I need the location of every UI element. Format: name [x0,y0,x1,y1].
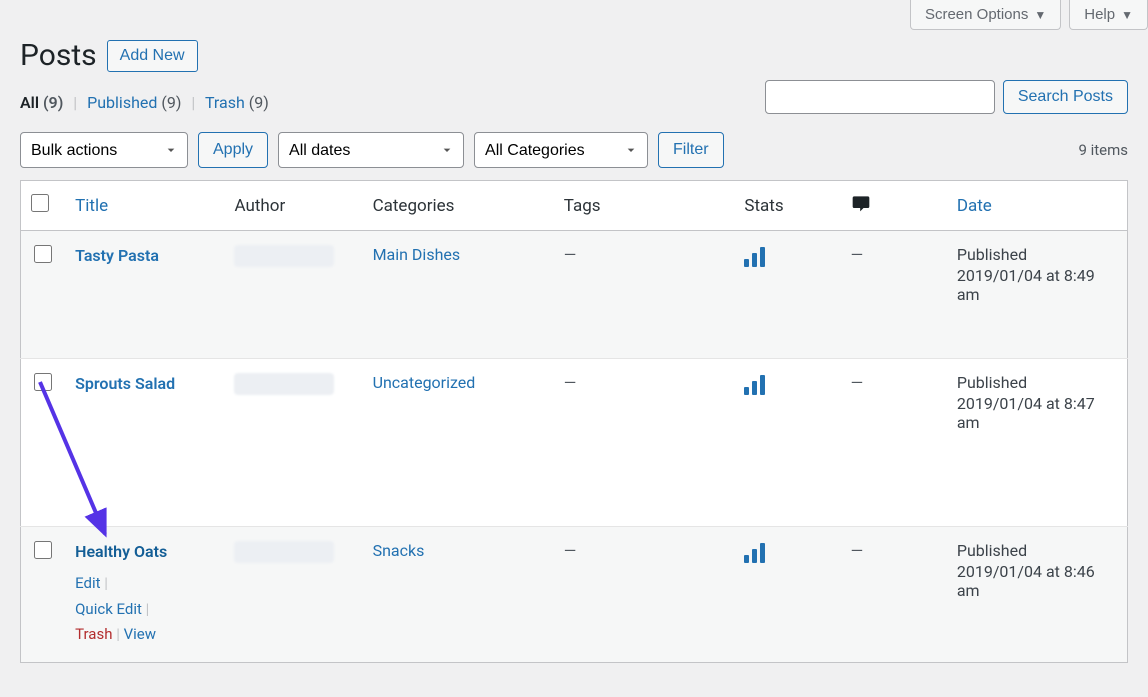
date-status: Published [957,245,1117,264]
chevron-down-icon: ▼ [1121,8,1133,22]
table-row: Tasty Pasta Main Dishes — — Published 20… [21,231,1128,359]
author-cell[interactable] [234,373,334,395]
tags-cell: — [564,373,577,392]
add-new-button[interactable]: Add New [107,40,198,72]
tags-cell: — [564,245,577,264]
post-title-link[interactable]: Sprouts Salad [75,374,175,393]
screen-options-button[interactable]: Screen Options ▼ [910,0,1061,30]
categories-select[interactable]: All Categories [474,132,648,168]
help-label: Help [1084,6,1115,23]
comments-cell: — [851,373,864,392]
quick-edit-link[interactable]: Quick Edit [75,600,142,618]
filter-published[interactable]: Published (9) [87,93,181,112]
col-stats: Stats [734,181,840,231]
stats-icon[interactable] [744,373,765,395]
table-row: Sprouts Salad Uncategorized — — Publishe… [21,359,1128,527]
trash-link[interactable]: Trash [75,625,112,643]
edit-link[interactable]: Edit [75,574,100,592]
comments-cell: — [851,245,864,264]
category-link[interactable]: Main Dishes [373,245,461,264]
search-input[interactable] [765,80,995,114]
comment-icon [851,193,871,213]
post-title-link[interactable]: Tasty Pasta [75,246,159,265]
post-title-link[interactable]: Healthy Oats [75,542,167,561]
search-posts-button[interactable]: Search Posts [1003,80,1128,114]
date-timestamp: 2019/01/04 at 8:47 am [957,394,1117,432]
stats-icon[interactable] [744,541,765,563]
comments-cell: — [851,541,864,560]
row-checkbox[interactable] [34,245,52,263]
col-title[interactable]: Title [65,181,224,231]
date-timestamp: 2019/01/04 at 8:46 am [957,562,1117,600]
col-comments [841,181,947,231]
chevron-down-icon: ▼ [1034,8,1046,22]
posts-table: Title Author Categories Tags Stats Date … [20,180,1128,663]
items-count: 9 items [1078,141,1128,159]
table-row: Healthy Oats Edit | Quick Edit | Trash |… [21,527,1128,663]
screen-options-label: Screen Options [925,6,1028,23]
author-cell[interactable] [234,541,334,563]
stats-icon[interactable] [744,245,765,267]
bulk-actions-select[interactable]: Bulk actions [20,132,188,168]
col-tags: Tags [554,181,735,231]
apply-button[interactable]: Apply [198,132,268,168]
filter-button[interactable]: Filter [658,132,724,168]
col-categories: Categories [363,181,554,231]
date-timestamp: 2019/01/04 at 8:49 am [957,266,1117,304]
row-actions: Edit | Quick Edit | Trash | View [75,571,214,648]
date-status: Published [957,373,1117,392]
category-link[interactable]: Uncategorized [373,373,476,392]
row-checkbox[interactable] [34,541,52,559]
dates-select[interactable]: All dates [278,132,464,168]
category-link[interactable]: Snacks [373,541,425,560]
select-all-checkbox[interactable] [31,194,49,212]
filter-all[interactable]: All (9) [20,93,63,112]
filter-trash[interactable]: Trash (9) [205,93,269,112]
row-checkbox[interactable] [34,373,52,391]
col-author: Author [224,181,362,231]
tags-cell: — [564,541,577,560]
help-button[interactable]: Help ▼ [1069,0,1148,30]
view-link[interactable]: View [124,625,156,643]
col-date[interactable]: Date [947,181,1128,231]
date-status: Published [957,541,1117,560]
page-title: Posts [20,38,97,73]
author-cell[interactable] [234,245,334,267]
